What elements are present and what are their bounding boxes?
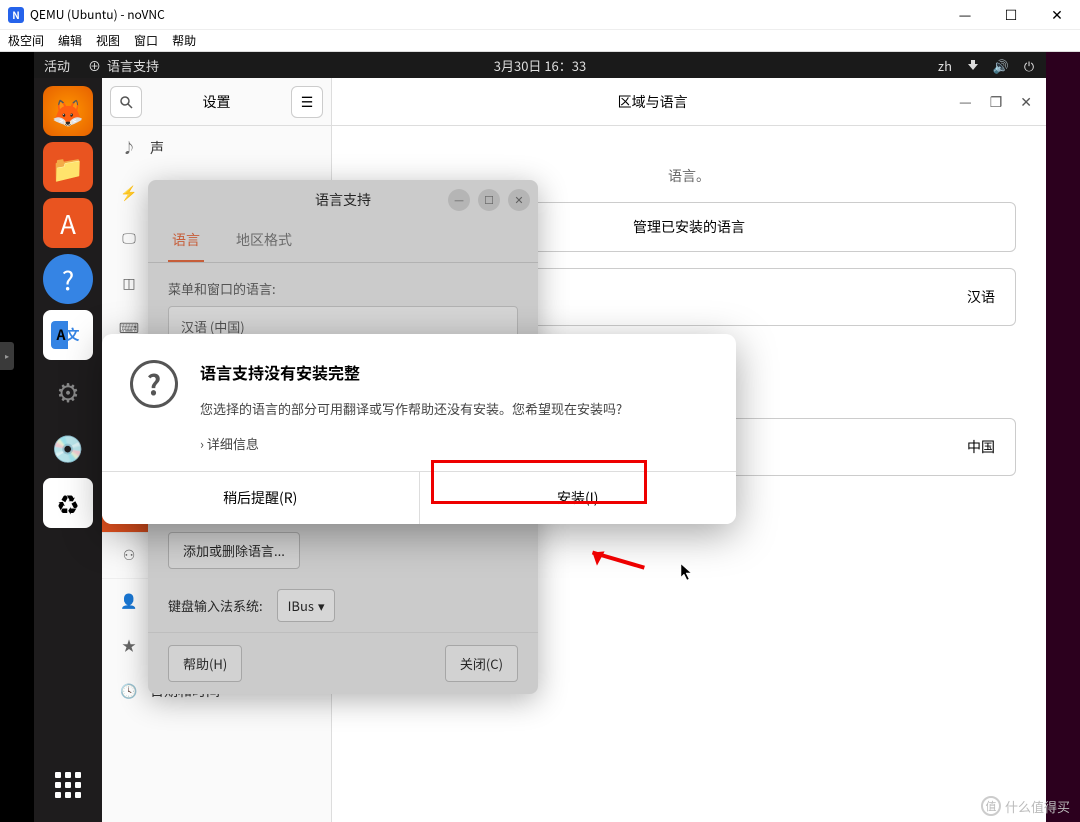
page-title: 区域与语言 xyxy=(346,92,959,112)
question-icon: ? xyxy=(130,360,178,408)
window-title: QEMU (Ubuntu) - noVNC xyxy=(30,6,165,23)
sidebar-icon: 🖵 xyxy=(120,228,138,248)
add-remove-languages-button[interactable]: 添加或删除语言... xyxy=(168,532,300,569)
tab-language[interactable]: 语言 xyxy=(168,220,204,262)
dialog-message: 您选择的语言的部分可用翻译或写作帮助还没有安装。您希望现在安装吗? xyxy=(200,398,622,420)
menu-item[interactable]: 帮助 xyxy=(172,32,196,49)
chevron-down-icon: ▾ xyxy=(318,596,325,615)
app-icon: N xyxy=(8,7,24,23)
sidebar-icon: 👤 xyxy=(120,591,138,611)
lang-tabs: 语言 地区格式 xyxy=(148,220,538,263)
close-icon[interactable]: ✕ xyxy=(1020,92,1032,112)
dock-disc[interactable]: 💿 xyxy=(43,422,93,472)
sidebar-icon: ★ xyxy=(120,636,138,656)
dock-apps-button[interactable] xyxy=(43,760,93,810)
sidebar-icon: ⚇ xyxy=(120,545,138,565)
watermark: 值 什么值得买 xyxy=(981,796,1070,816)
dialog-title: 语言支持没有安装完整 xyxy=(200,360,622,384)
settings-title: 设置 xyxy=(150,92,283,112)
vnc-menubar: 极空间 编辑 视图 窗口 帮助 xyxy=(0,30,1080,52)
power-icon[interactable]: ⏻ xyxy=(1022,58,1036,72)
tab-regional-formats[interactable]: 地区格式 xyxy=(232,220,296,262)
left-black-edge xyxy=(0,52,34,822)
clock[interactable]: 3月30日 16：33 xyxy=(494,56,586,75)
maximize-button[interactable]: ☐ xyxy=(988,0,1034,30)
settings-sidebar-header: 设置 ☰ xyxy=(102,78,331,126)
watermark-logo: 值 xyxy=(981,796,1001,816)
ubuntu-dock: 🦊 📁 A ? A文 ⚙ 💿 ♻ xyxy=(34,78,102,822)
windows-titlebar: N QEMU (Ubuntu) - noVNC — ☐ ✕ xyxy=(0,0,1080,30)
ime-label: 键盘输入法系统: xyxy=(168,596,263,615)
dock-settings[interactable]: ⚙ xyxy=(43,366,93,416)
dock-files[interactable]: 📁 xyxy=(43,142,93,192)
sidebar-item-label: 声 xyxy=(150,138,164,158)
menu-item[interactable]: 窗口 xyxy=(134,32,158,49)
app-menu[interactable]: ⊕ 语言支持 xyxy=(88,56,159,75)
ime-select[interactable]: IBus ▾ xyxy=(277,589,336,622)
mouse-cursor xyxy=(680,562,694,586)
novnc-tab-pull[interactable]: ▸ xyxy=(0,342,14,370)
install-button[interactable]: 安装(I) xyxy=(420,472,737,524)
network-icon[interactable] xyxy=(966,58,980,72)
settings-main-header: 区域与语言 — ❐ ✕ xyxy=(332,78,1046,126)
remind-later-button[interactable]: 稍后提醒(R) xyxy=(102,472,420,524)
menu-item[interactable]: 极空间 xyxy=(8,32,44,49)
close-button[interactable]: 关闭(C) xyxy=(445,645,518,682)
menu-item[interactable]: 编辑 xyxy=(58,32,82,49)
globe-icon: ⊕ xyxy=(88,56,101,75)
menu-item[interactable]: 视图 xyxy=(96,32,120,49)
dock-help[interactable]: ? xyxy=(43,254,93,304)
sidebar-icon: 🕓 xyxy=(120,681,138,701)
help-button[interactable]: 帮助(H) xyxy=(168,645,242,682)
lang-minimize-button[interactable]: — xyxy=(448,189,470,211)
dock-software[interactable]: A xyxy=(43,198,93,248)
sidebar-item-sound[interactable]: ♪声 xyxy=(102,126,331,171)
search-button[interactable] xyxy=(110,86,142,118)
lang-close-button[interactable]: ✕ xyxy=(508,189,530,211)
install-dialog: ? 语言支持没有安装完整 您选择的语言的部分可用翻译或写作帮助还没有安装。您希望… xyxy=(102,334,736,524)
dock-firefox[interactable]: 🦊 xyxy=(43,86,93,136)
dock-language[interactable]: A文 xyxy=(43,310,93,360)
ubuntu-desktop: ▸ 活动 ⊕ 语言支持 3月30日 16：33 zh 🔊 ⏻ 🦊 📁 A ? A… xyxy=(0,52,1080,822)
lang-titlebar: 语言支持 — ☐ ✕ xyxy=(148,180,538,220)
dock-trash[interactable]: ♻ xyxy=(43,478,93,528)
menu-lang-label: 菜单和窗口的语言: xyxy=(168,279,518,298)
minimize-button[interactable]: — xyxy=(942,0,988,30)
hamburger-button[interactable]: ☰ xyxy=(291,86,323,118)
volume-icon[interactable]: 🔊 xyxy=(994,58,1008,72)
minimize-icon[interactable]: — xyxy=(959,92,972,112)
sidebar-icon: ♪ xyxy=(120,138,138,158)
input-indicator[interactable]: zh xyxy=(938,56,952,75)
maximize-icon[interactable]: ❐ xyxy=(990,92,1003,112)
sidebar-icon: ◫ xyxy=(120,273,138,293)
gnome-topbar: 活动 ⊕ 语言支持 3月30日 16：33 zh 🔊 ⏻ xyxy=(34,52,1046,78)
activities-button[interactable]: 活动 xyxy=(44,56,70,75)
close-button[interactable]: ✕ xyxy=(1034,0,1080,30)
details-toggle[interactable]: › 详细信息 xyxy=(200,434,622,453)
lang-maximize-button[interactable]: ☐ xyxy=(478,189,500,211)
sidebar-icon: ⚡ xyxy=(120,183,138,203)
